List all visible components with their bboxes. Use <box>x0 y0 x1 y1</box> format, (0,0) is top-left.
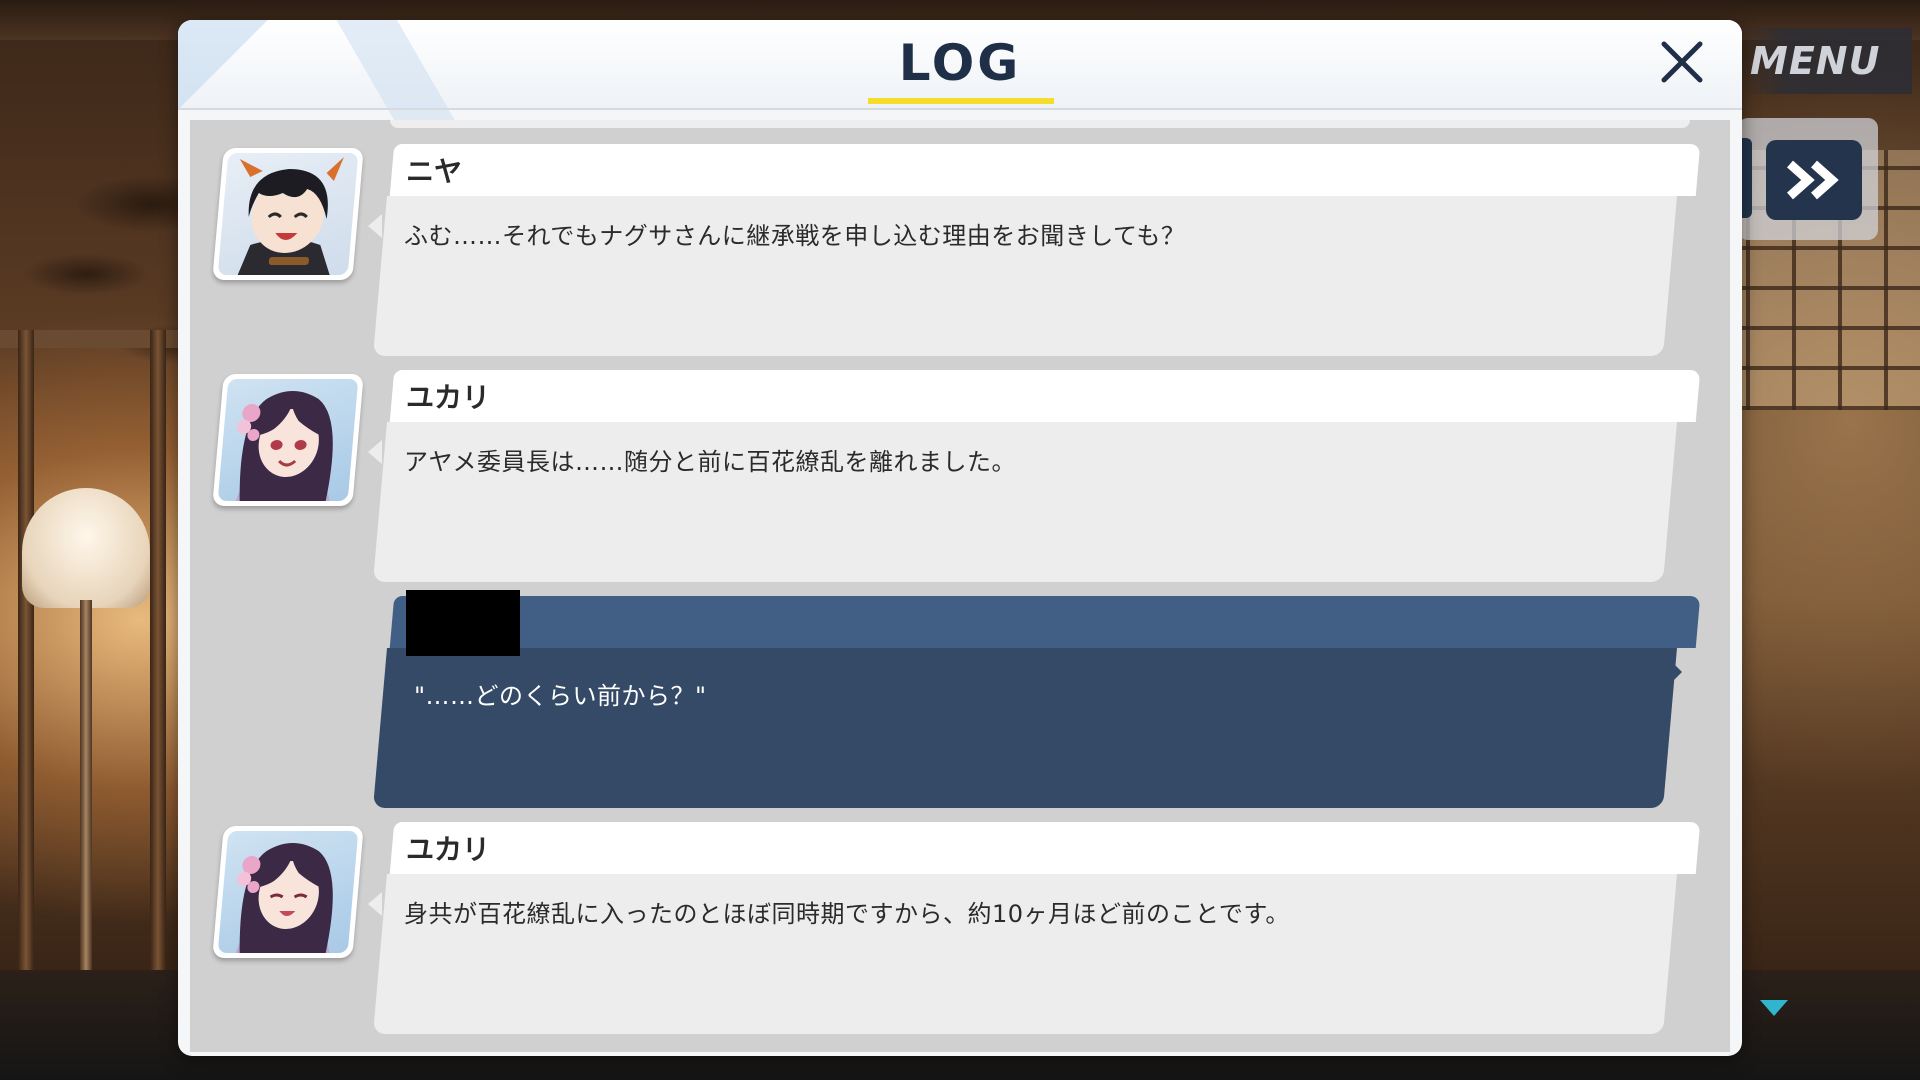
triangle-down-icon[interactable] <box>1760 1000 1788 1016</box>
yukari-portrait <box>235 391 333 501</box>
dialogue-bubble: ユカリ アヤメ委員長は……随分と前に百花繚乱を離れました。 <box>368 370 1701 582</box>
log-list[interactable]: ニヤ ふむ……それでもナグサさんに継承戦を申し込む理由をお聞きしても？ ユカリ … <box>190 120 1730 1052</box>
dialog-header: LOG <box>178 20 1742 130</box>
avatar-yukari <box>212 374 364 506</box>
avatar-yukari <box>212 826 364 958</box>
avatar-nya <box>212 148 364 280</box>
double-chevron-right-icon <box>1787 160 1839 200</box>
menu-button[interactable]: MENU <box>1742 28 1912 94</box>
dialogue-bubble: ユカリ 身共が百花繚乱に入ったのとほぼ同時期ですから、約10ヶ月ほど前のことです… <box>368 822 1701 1034</box>
dialog-title: LOG <box>898 34 1022 92</box>
close-icon <box>1661 41 1703 83</box>
speaker-name: ユカリ <box>406 833 491 866</box>
lamp-shade <box>22 488 150 608</box>
dialogue-bubble: ニヤ ふむ……それでもナグサさんに継承戦を申し込む理由をお聞きしても？ <box>368 144 1701 356</box>
speaker-name: ユカリ <box>406 381 491 414</box>
dialogue-text: "……どのくらい前から？" <box>414 682 707 710</box>
close-button[interactable] <box>1654 34 1710 90</box>
log-dialog: LOG ニヤ ふむ……それでもナグサさんに継承戦を申し込む理由をお聞きしても？ … <box>178 20 1742 1056</box>
title-underline <box>868 98 1054 104</box>
dialogue-text: ふむ……それでもナグサさんに継承戦を申し込む理由をお聞きしても？ <box>404 222 1186 250</box>
redacted-speaker-name <box>406 590 520 656</box>
speaker-name: ニヤ <box>406 155 463 188</box>
menu-label: MENU <box>1750 39 1881 83</box>
yukari-portrait <box>235 843 333 953</box>
dialogue-text: アヤメ委員長は……随分と前に百花繚乱を離れました。 <box>404 448 1017 476</box>
nya-portrait <box>237 157 344 275</box>
dialogue-text: 身共が百花繚乱に入ったのとほぼ同時期ですから、約10ヶ月ほど前のことです。 <box>404 900 1290 928</box>
player-dialogue-bubble: "……どのくらい前から？" <box>373 590 1701 808</box>
fast-forward-button[interactable] <box>1766 140 1862 220</box>
